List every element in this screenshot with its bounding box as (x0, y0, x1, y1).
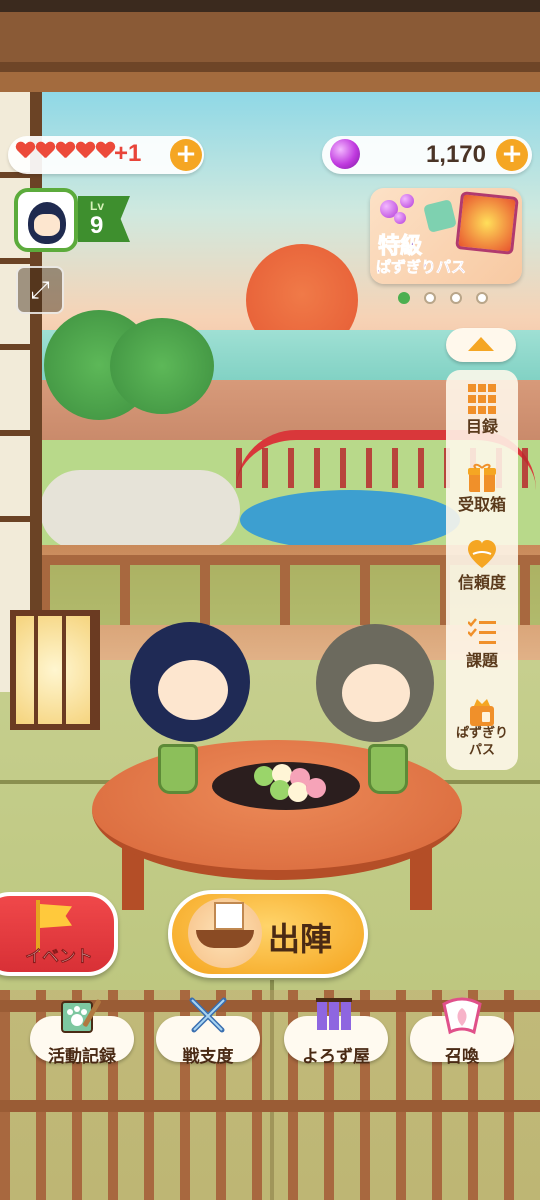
side-item-tasks[interactable]: 課題 (446, 610, 518, 688)
ship-icon (196, 930, 254, 948)
shop-curtain-icon (316, 998, 352, 1030)
fence-rail (0, 1100, 540, 1112)
lantern-frame (10, 610, 100, 730)
nav-label: 戦支度 (182, 1047, 234, 1067)
side-item-label: 信頼度 (457, 573, 506, 592)
banner-pagination (398, 292, 488, 304)
side-item-label-line1: ぱずぎり (455, 726, 508, 741)
side-item-trust[interactable]: 信頼度 (446, 532, 518, 610)
side-item-label: 受取箱 (457, 495, 506, 514)
pass-subtitle: ぱずぎりパス (376, 258, 467, 277)
side-item-label: 課題 (465, 651, 498, 670)
gift-box-icon (468, 463, 496, 492)
ship-sail-icon (214, 902, 244, 930)
checklist-icon (468, 618, 496, 644)
grid-icon (468, 384, 496, 414)
heart-list (16, 142, 115, 160)
add-hearts-button[interactable]: + (170, 139, 202, 171)
avatar-face (34, 214, 60, 236)
nav-label: よろず屋 (302, 1047, 370, 1067)
stepping-stones (40, 470, 240, 550)
crossed-swords-icon (189, 997, 227, 1033)
heart-icon (76, 142, 95, 160)
side-item-label-line2: パス (468, 743, 495, 758)
dango (306, 778, 326, 798)
character-gray-hair-face (342, 664, 410, 722)
pass-card-icon (455, 191, 519, 255)
character-blue-hair-face (158, 660, 228, 720)
nav-label: 活動記録 (48, 1047, 116, 1067)
side-item-pass[interactable]: ぱずぎり パス (446, 690, 518, 768)
level-label: Lv (90, 199, 105, 213)
heart-icon (56, 142, 75, 160)
tea-cup (368, 744, 408, 794)
page-dot[interactable] (450, 292, 462, 304)
add-gems-button[interactable]: + (496, 139, 528, 171)
page-dot-active[interactable] (398, 292, 410, 304)
hearts-bonus: +1 (114, 140, 142, 167)
expand-icon[interactable]: ⤢ (16, 266, 64, 314)
collapse-menu-button[interactable] (446, 328, 516, 362)
page-dot[interactable] (476, 292, 488, 304)
heart-icon (96, 142, 115, 160)
heart-icon (16, 142, 35, 160)
paw-scroll-icon (61, 999, 101, 1033)
garden-pond (240, 490, 460, 550)
gem-bubble-icon (394, 212, 406, 224)
pass-bag-icon (470, 699, 494, 726)
summon-fan-icon (442, 997, 482, 1035)
pass-banner[interactable]: 特級 ぱずぎりパス (370, 188, 522, 284)
tea-cup (158, 744, 198, 794)
ceiling-beam (0, 0, 540, 92)
side-item-inbox[interactable]: 受取箱 (446, 454, 518, 532)
dango (270, 780, 290, 800)
gem-bubble-icon (400, 194, 414, 208)
page-dot[interactable] (424, 292, 436, 304)
dango (288, 782, 308, 802)
side-item-label: 目録 (465, 417, 498, 436)
heart-icon (468, 540, 496, 568)
puzzle-tile-icon (423, 199, 457, 233)
sortie-button-label: 出陣 (268, 920, 333, 958)
nav-label: 召喚 (445, 1047, 479, 1067)
level-value: 9 (90, 212, 104, 239)
flower-bush (110, 318, 214, 414)
player-avatar[interactable] (14, 188, 78, 252)
event-button-label: イベント (25, 947, 94, 968)
gem-count: 1,170 (425, 141, 486, 168)
heart-icon (36, 142, 55, 160)
gem-icon (330, 139, 360, 169)
side-item-catalog[interactable]: 目録 (446, 376, 518, 454)
